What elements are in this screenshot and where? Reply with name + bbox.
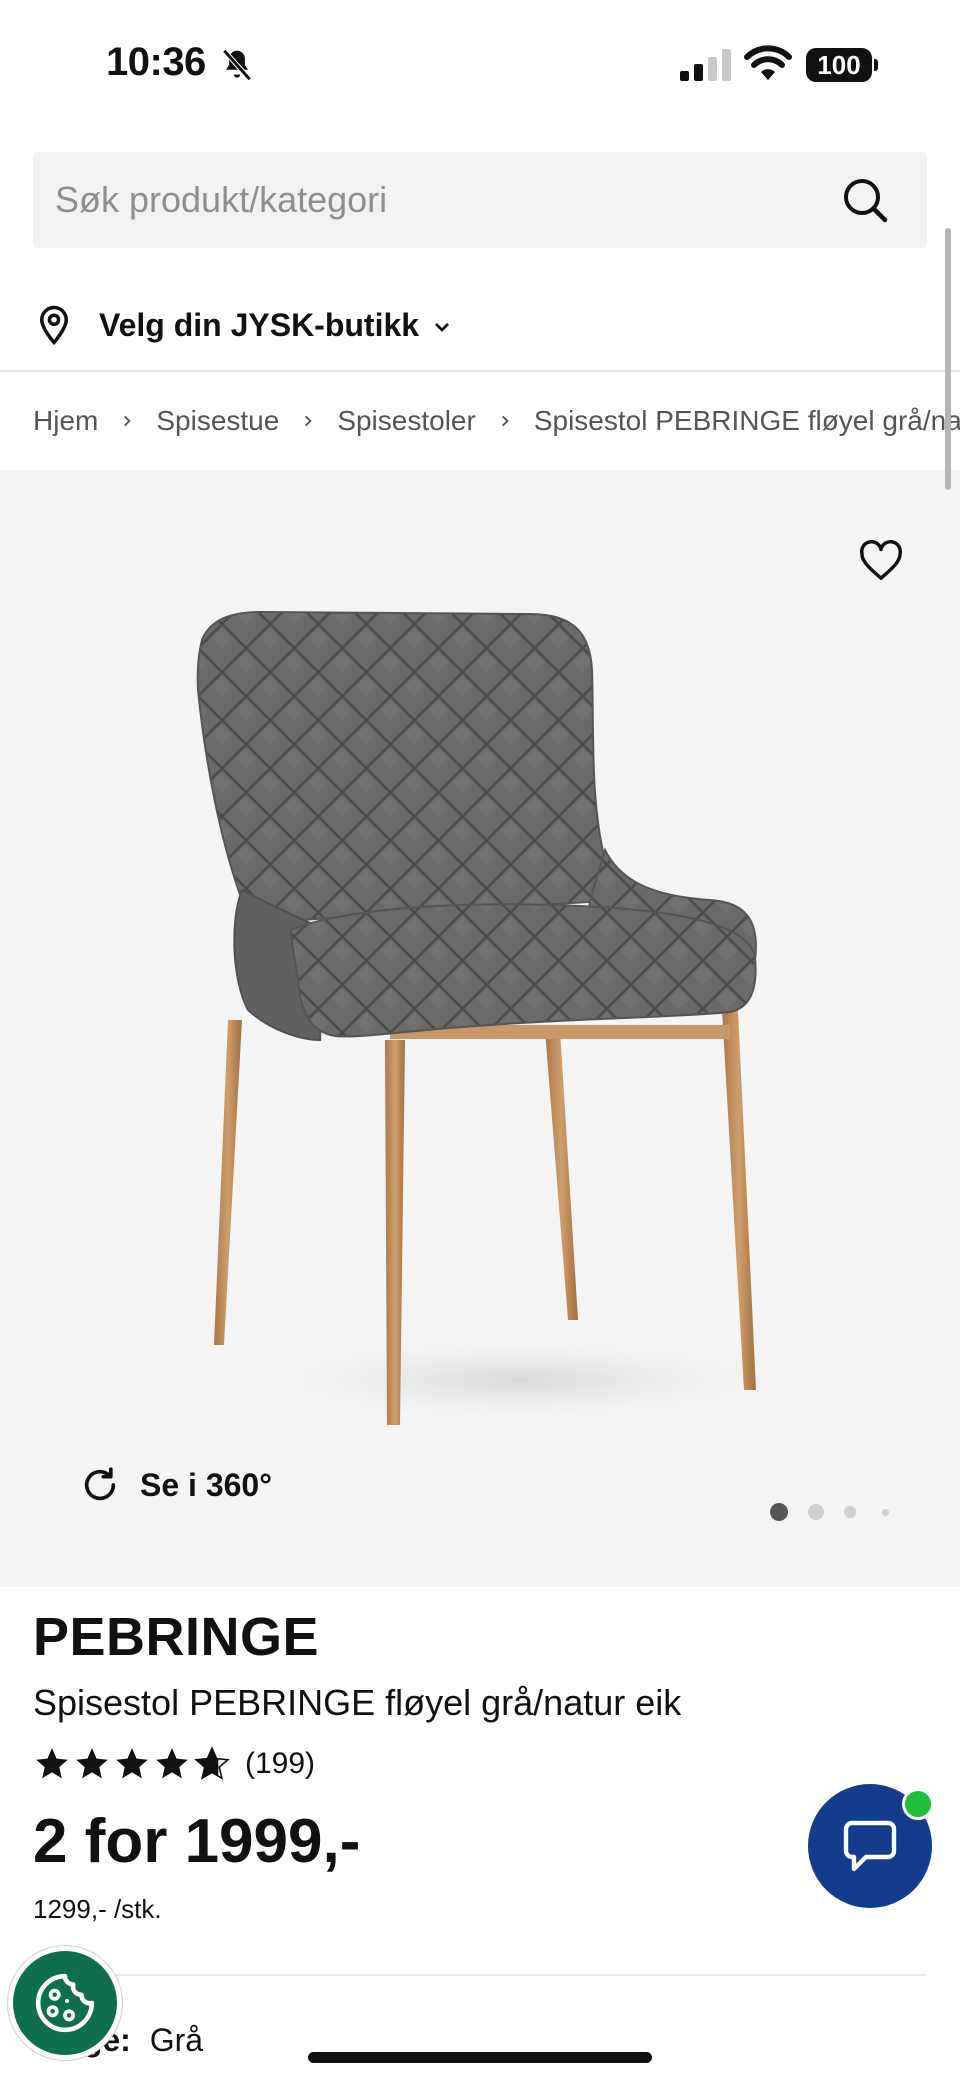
chevron-right-icon <box>305 415 312 427</box>
pagination-dot[interactable] <box>808 1504 824 1520</box>
star-icon <box>156 1748 188 1779</box>
breadcrumb-item-home[interactable]: Hjem <box>33 405 98 437</box>
home-indicator <box>308 2052 652 2063</box>
cookie-icon <box>35 1973 95 2033</box>
bell-off-icon <box>222 49 252 81</box>
chat-button[interactable] <box>808 1784 934 1908</box>
scrollbar[interactable] <box>945 228 951 490</box>
online-indicator <box>902 1788 934 1820</box>
wifi-icon <box>744 45 792 80</box>
cookie-settings-button[interactable] <box>8 1946 122 2060</box>
view-360-label: Se i 360° <box>140 1466 272 1503</box>
chevron-right-icon <box>501 415 509 427</box>
product-brand: PEBRINGE <box>33 1607 320 1667</box>
breadcrumb-item-dining-room[interactable]: Spisestue <box>156 405 279 437</box>
status-time: 10:36 <box>106 40 206 84</box>
product-image <box>196 610 830 1430</box>
chat-bubble-icon <box>843 1820 897 1872</box>
star-half-icon <box>194 1746 230 1780</box>
chevron-right-icon <box>124 415 131 427</box>
search-icon[interactable] <box>841 176 889 224</box>
battery-indicator: 100 <box>806 48 878 82</box>
star-icon <box>36 1748 68 1779</box>
product-page: 10:36 100 Ve <box>0 0 960 2081</box>
pagination-dot[interactable] <box>882 1508 889 1516</box>
gallery-pagination <box>770 1502 909 1522</box>
cell-signal-icon <box>680 49 731 81</box>
store-selector-label: Velg din JYSK-butikk <box>99 306 420 343</box>
location-pin-icon <box>39 305 69 346</box>
pagination-dot[interactable] <box>844 1506 856 1518</box>
pagination-dot-active[interactable] <box>770 1503 788 1521</box>
breadcrumb: Hjem Spisestue Spisestoler Spisestol PEB… <box>33 372 960 470</box>
heart-icon[interactable] <box>858 540 904 582</box>
product-rating[interactable]: (199) <box>33 1742 315 1786</box>
store-selector[interactable]: Velg din JYSK-butikk <box>33 290 451 360</box>
view-360-button[interactable]: Se i 360° <box>80 1460 272 1510</box>
chevron-down-icon <box>435 323 450 332</box>
star-icon <box>76 1748 108 1779</box>
rotate-360-icon <box>84 1467 116 1501</box>
search-bar[interactable] <box>33 152 927 248</box>
color-value: Grå <box>149 2022 204 2058</box>
star-icon <box>116 1748 148 1779</box>
breadcrumb-item-dining-chairs[interactable]: Spisestoler <box>337 405 476 437</box>
product-name: Spisestol PEBRINGE fløyel grå/natur eik <box>33 1682 682 1723</box>
review-count[interactable]: (199) <box>245 1747 315 1781</box>
divider <box>33 1974 927 1976</box>
status-bar: 10:36 100 <box>0 0 960 130</box>
unit-price: 1299,- /stk. <box>33 1894 162 1924</box>
breadcrumb-item-current[interactable]: Spisestol PEBRINGE fløyel grå/natur eik <box>534 405 960 437</box>
search-input[interactable] <box>55 152 815 248</box>
product-price: 2 for 1999,- <box>33 1807 361 1876</box>
